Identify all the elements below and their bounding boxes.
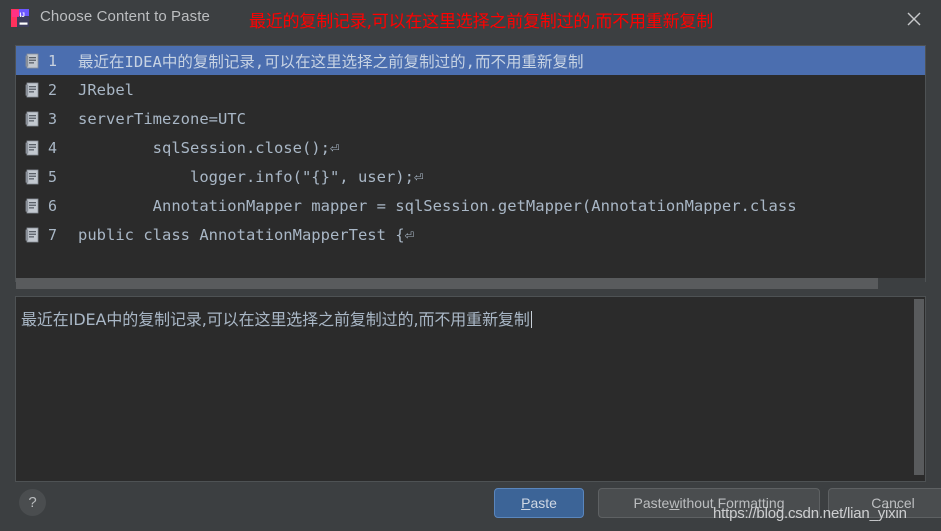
list-item-text: public class AnnotationMapperTest {⏎ (78, 225, 414, 244)
clipboard-entry-icon (25, 140, 40, 156)
scrollbar-thumb[interactable] (16, 278, 878, 289)
pwf-button-label-prefix: Paste (633, 495, 670, 511)
list-item[interactable]: 5 logger.info("{}", user);⏎ (16, 162, 925, 191)
list-item-index: 7 (48, 225, 58, 244)
pwf-button-mnemonic: w (669, 495, 680, 511)
list-item-index: 4 (48, 138, 58, 157)
help-button[interactable]: ? (19, 489, 46, 516)
choose-content-to-paste-dialog: IJ Choose Content to Paste 最近的复制记录,可以在这里… (0, 0, 941, 531)
watermark: https://blog.csdn.net/lian_yixin (713, 505, 907, 522)
list-item-text: sqlSession.close();⏎ (78, 138, 340, 157)
list-item-index: 5 (48, 167, 58, 186)
title-bar: IJ Choose Content to Paste 最近的复制记录,可以在这里… (0, 0, 941, 36)
list-item-index: 2 (48, 80, 58, 99)
clipboard-entry-icon (25, 198, 40, 214)
paste-button-label: aste (530, 495, 557, 511)
intellij-idea-icon: IJ (10, 8, 30, 28)
list-item[interactable]: 6 AnnotationMapper mapper = sqlSession.g… (16, 191, 925, 220)
list-item-index: 1 (48, 51, 58, 70)
paste-button-mnemonic: P (521, 495, 531, 511)
clipboard-entry-icon (25, 82, 40, 98)
list-item-index: 3 (48, 109, 58, 128)
content-preview-pane[interactable]: 最近在IDEA中的复制记录,可以在这里选择之前复制过的,而不用重新复制 (15, 296, 926, 482)
svg-text:IJ: IJ (20, 12, 26, 19)
clipboard-entry-icon (25, 111, 40, 127)
preview-text-value: 最近在IDEA中的复制记录,可以在这里选择之前复制过的,而不用重新复制 (21, 310, 530, 329)
list-item[interactable]: 4 sqlSession.close();⏎ (16, 133, 925, 162)
clipboard-entry-icon (25, 169, 40, 185)
dialog-title: Choose Content to Paste (40, 8, 210, 25)
list-item-text: 最近在IDEA中的复制记录,可以在这里选择之前复制过的,而不用重新复制 (78, 52, 584, 71)
list-item[interactable]: 1 最近在IDEA中的复制记录,可以在这里选择之前复制过的,而不用重新复制 (16, 46, 925, 75)
text-caret (530, 311, 532, 328)
list-item-text: JRebel (78, 80, 134, 99)
preview-vertical-scrollbar[interactable] (913, 297, 925, 481)
annotation-note: 最近的复制记录,可以在这里选择之前复制过的,而不用重新复制 (249, 12, 714, 32)
clipboard-entry-icon (25, 227, 40, 243)
list-item[interactable]: 7 public class AnnotationMapperTest {⏎ (16, 220, 925, 249)
list-item[interactable]: 2 JRebel (16, 75, 925, 104)
paste-button[interactable]: Paste (494, 488, 584, 518)
close-icon[interactable] (901, 6, 927, 32)
list-item-text: AnnotationMapper mapper = sqlSession.get… (78, 196, 797, 215)
list-item-text: serverTimezone=UTC (78, 109, 246, 128)
list-horizontal-scrollbar[interactable] (16, 278, 925, 289)
list-item[interactable]: 3 serverTimezone=UTC (16, 104, 925, 133)
list-item-text: logger.info("{}", user);⏎ (78, 167, 424, 186)
list-item-index: 6 (48, 196, 58, 215)
scrollbar-thumb[interactable] (914, 299, 924, 475)
clipboard-entry-icon (25, 53, 40, 69)
clipboard-history-list[interactable]: 1 最近在IDEA中的复制记录,可以在这里选择之前复制过的,而不用重新复制 2 … (15, 45, 926, 282)
preview-text-line: 最近在IDEA中的复制记录,可以在这里选择之前复制过的,而不用重新复制 (21, 306, 532, 330)
